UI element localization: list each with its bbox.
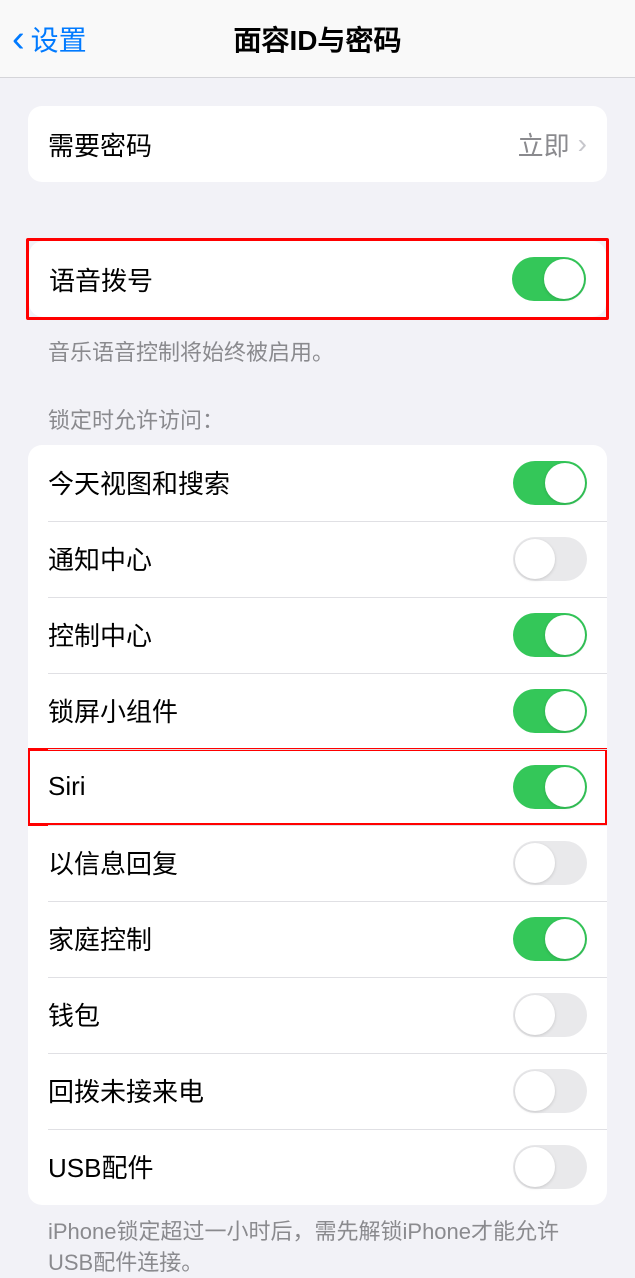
row-lock-item-highlighted: Siri	[28, 749, 607, 825]
lock-item-label: 钱包	[48, 996, 100, 1033]
row-lock-item: 以信息回复	[28, 825, 607, 901]
row-lock-item: 今天视图和搜索	[28, 445, 607, 521]
page-title: 面容ID与密码	[233, 19, 401, 59]
row-lock-item: 家庭控制	[28, 901, 607, 977]
group-voice-dial: 语音拨号	[29, 241, 606, 317]
lock-item-label: USB配件	[48, 1148, 153, 1185]
lock-item-label: 今天视图和搜索	[48, 464, 230, 501]
voice-dial-toggle[interactable]	[512, 257, 586, 301]
voice-dial-label: 语音拨号	[49, 261, 153, 298]
lock-access-header: 锁定时允许访问：	[28, 403, 607, 445]
back-button[interactable]: ‹ 设置	[12, 19, 87, 59]
lock-item-toggle[interactable]	[513, 461, 587, 505]
lock-item-toggle[interactable]	[513, 765, 587, 809]
lock-item-toggle[interactable]	[513, 917, 587, 961]
lock-item-toggle[interactable]	[513, 993, 587, 1037]
lock-item-toggle[interactable]	[513, 537, 587, 581]
voice-dial-footer: 音乐语音控制将始终被启用。	[28, 326, 607, 369]
lock-item-toggle[interactable]	[513, 841, 587, 885]
row-lock-item: 通知中心	[28, 521, 607, 597]
row-require-passcode[interactable]: 需要密码 立即 ›	[28, 106, 607, 182]
lock-item-label: 锁屏小组件	[48, 692, 178, 729]
row-voice-dial: 语音拨号	[29, 241, 606, 317]
group-require-passcode: 需要密码 立即 ›	[28, 106, 607, 182]
require-passcode-label: 需要密码	[48, 126, 152, 163]
lock-item-label: 通知中心	[48, 540, 152, 577]
lock-item-toggle[interactable]	[513, 689, 587, 733]
lock-item-label: 控制中心	[48, 616, 152, 653]
row-lock-item: 控制中心	[28, 597, 607, 673]
lock-item-label: 以信息回复	[48, 844, 178, 881]
back-label: 设置	[31, 19, 87, 59]
require-passcode-value: 立即	[518, 126, 570, 163]
navbar: ‹ 设置 面容ID与密码	[0, 0, 635, 78]
lock-item-label: 家庭控制	[48, 920, 152, 957]
row-lock-item: 钱包	[28, 977, 607, 1053]
lock-item-toggle[interactable]	[513, 613, 587, 657]
row-lock-item: USB配件	[28, 1129, 607, 1205]
chevron-right-icon: ›	[578, 130, 587, 158]
lock-item-label: Siri	[48, 771, 86, 802]
group-lock-access: 今天视图和搜索通知中心控制中心锁屏小组件 Siri 以信息回复家庭控制钱包回拨未接来…	[28, 445, 607, 1205]
lock-access-footer: iPhone锁定超过一小时后，需先解锁iPhone才能允许USB配件连接。	[28, 1205, 607, 1278]
row-lock-item: 锁屏小组件	[28, 673, 607, 749]
highlight-voice-dial: 语音拨号	[26, 238, 609, 320]
row-lock-item: 回拨未接来电	[28, 1053, 607, 1129]
lock-item-toggle[interactable]	[513, 1145, 587, 1189]
lock-item-toggle[interactable]	[513, 1069, 587, 1113]
chevron-left-icon: ‹	[12, 20, 25, 58]
lock-item-label: 回拨未接来电	[48, 1072, 204, 1109]
